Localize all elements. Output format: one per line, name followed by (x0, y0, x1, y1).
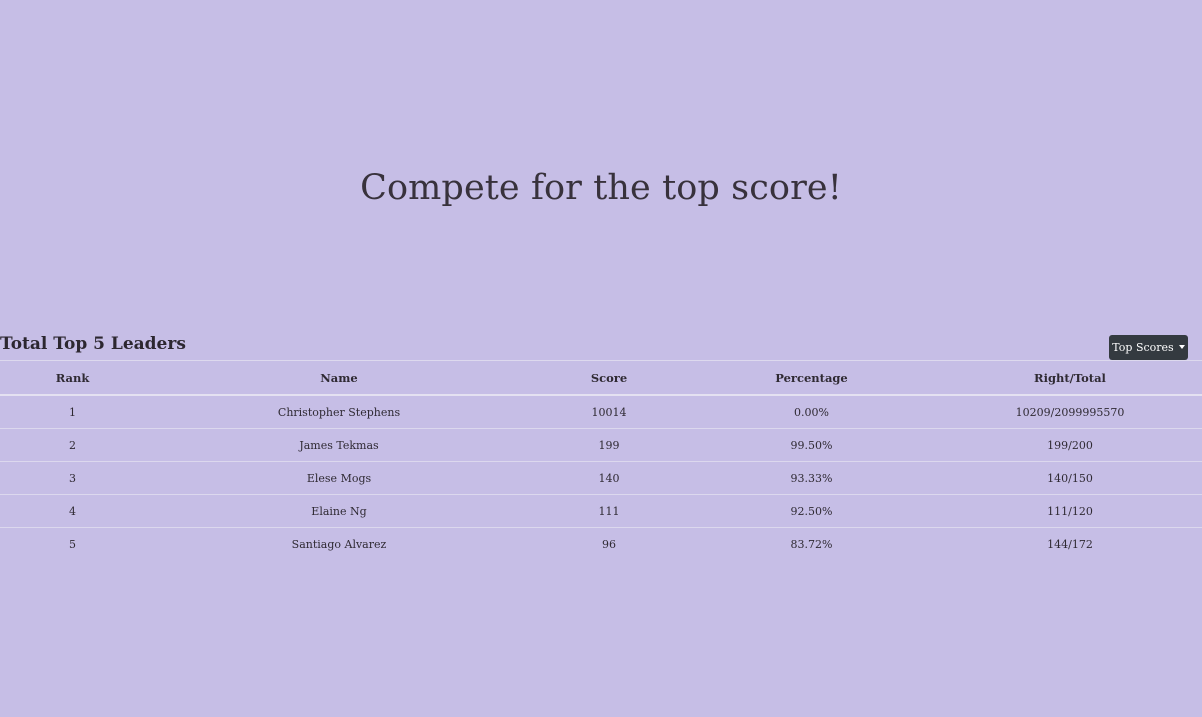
leaders-title: Total Top 5 Leaders (0, 334, 186, 354)
leaders-table: Rank Name Score Percentage Right/Total 1… (0, 360, 1202, 560)
right-total-cell: 199/200 (938, 428, 1202, 462)
percentage-cell: 93.33% (685, 461, 938, 495)
score-cell: 111 (533, 494, 685, 528)
table-row: 2 James Tekmas 199 99.50% 199/200 (0, 428, 1202, 462)
table-row: 4 Elaine Ng 111 92.50% 111/120 (0, 494, 1202, 528)
column-header-right-total: Right/Total (938, 360, 1202, 396)
column-header-rank: Rank (0, 360, 145, 396)
score-cell: 10014 (533, 395, 685, 429)
score-cell: 199 (533, 428, 685, 462)
table-row: 1 Christopher Stephens 10014 0.00% 10209… (0, 395, 1202, 429)
right-total-cell: 111/120 (938, 494, 1202, 528)
table-row: 3 Elese Mogs 140 93.33% 140/150 (0, 461, 1202, 495)
name-cell: Christopher Stephens (145, 395, 533, 429)
name-cell: Elese Mogs (145, 461, 533, 495)
leaders-header: Total Top 5 Leaders Top Scores (0, 334, 1202, 360)
right-total-cell: 10209/2099995570 (938, 395, 1202, 429)
name-cell: Santiago Alvarez (291, 537, 387, 551)
top-scores-dropdown-button[interactable]: Top Scores (1109, 335, 1188, 360)
rank-cell: 2 (0, 428, 145, 462)
hero-title: Compete for the top score! (360, 168, 842, 208)
rank-cell: 3 (0, 461, 145, 495)
table-row: 5 Santiago Alvarez 96 83.72% 144/172 (0, 528, 1202, 561)
right-total-cell: 144/172 (1047, 537, 1093, 551)
page: Compete for the top score! Total Top 5 L… (0, 0, 1202, 717)
top-scores-dropdown-label: Top Scores (1112, 341, 1174, 354)
percentage-cell: 99.50% (685, 428, 938, 462)
score-cell: 140 (533, 461, 685, 495)
rank-cell: 5 (69, 537, 76, 551)
score-cell: 96 (602, 537, 616, 551)
table-header-row: Rank Name Score Percentage Right/Total (0, 360, 1202, 396)
rank-cell: 4 (0, 494, 145, 528)
caret-down-icon (1178, 344, 1185, 349)
column-header-name: Name (145, 360, 533, 396)
column-header-score: Score (533, 360, 685, 396)
rank-cell: 1 (0, 395, 145, 429)
percentage-cell: 83.72% (790, 537, 833, 551)
right-total-cell: 140/150 (938, 461, 1202, 495)
name-cell: Elaine Ng (145, 494, 533, 528)
name-cell: James Tekmas (145, 428, 533, 462)
percentage-cell: 92.50% (685, 494, 938, 528)
column-header-percentage: Percentage (685, 360, 938, 396)
percentage-cell: 0.00% (685, 395, 938, 429)
